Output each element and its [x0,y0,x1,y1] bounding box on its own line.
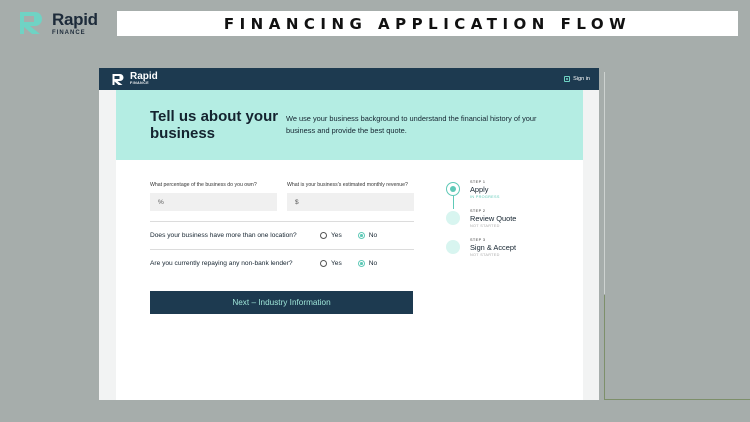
sign-in-label: Sign in [573,76,590,82]
radio-label: Yes [331,232,342,239]
nav-logo[interactable]: Rapid FINANCE [111,72,158,86]
decor-line [604,399,750,400]
step-indicator [446,240,460,254]
flow-title: FINANCING APPLICATION FLOW [117,11,738,36]
brand-subtitle: FINANCE [52,29,86,36]
step-connector [452,196,454,209]
radio-label: No [368,260,378,267]
radio-label: No [368,232,378,239]
radio-circle[interactable] [320,260,327,267]
decor-line [604,72,605,294]
business-form: What percentage of the business do you o… [150,182,414,314]
radio-no[interactable]: No [357,260,378,267]
revenue-label: What is your business's estimated monthl… [287,182,408,188]
step-review-quote: STEP 2 Review Quote NOT STARTED [446,209,517,240]
next-button[interactable]: Next – Industry Information [150,291,413,314]
step-status: NOT STARTED [470,224,500,229]
radio-group-lender: Yes No [320,260,414,267]
revenue-field-group: What is your business's estimated monthl… [287,182,414,211]
question-non-bank-lender: Are you currently repaying any non-bank … [150,250,414,277]
ownership-placeholder: % [158,198,164,206]
rapid-logo-icon [20,12,42,34]
step-apply: STEP 1 Apply IN PROGRESS [446,180,516,211]
brand-logo: Rapid FINANCE [18,10,98,36]
question-multiple-locations: Does your business have more than one lo… [150,222,414,249]
ownership-field-group: What percentage of the business do you o… [150,182,277,211]
step-indicator [446,211,460,225]
revenue-input[interactable]: $ [287,193,414,211]
app-window: Rapid FINANCE Sign in Tell us about your… [99,68,599,400]
ownership-label: What percentage of the business do you o… [150,182,257,188]
radio-circle[interactable] [320,232,327,239]
radio-group-locations: Yes No [320,232,414,239]
application-card: Tell us about your business We use your … [116,90,583,400]
nav-logo-subtitle: FINANCE [130,81,150,86]
radio-circle-selected[interactable] [357,232,365,239]
question-text: Does your business have more than one lo… [150,232,297,239]
brand-name: Rapid [52,9,98,29]
app-navbar: Rapid FINANCE Sign in [99,68,599,90]
user-icon [564,76,571,82]
step-name: Apply [470,184,489,194]
sign-in-link[interactable]: Sign in [564,76,590,82]
page-title: Tell us about your business [150,108,279,142]
radio-circle-selected[interactable] [357,260,365,267]
hero-banner: Tell us about your business We use your … [116,90,583,160]
rapid-logo-icon [112,73,124,85]
step-sign-accept: STEP 3 Sign & Accept NOT STARTED [446,238,517,269]
decor-line [604,295,605,399]
step-name: Review Quote [470,213,517,223]
question-text: Are you currently repaying any non-bank … [150,260,293,267]
radio-yes[interactable]: Yes [320,260,342,267]
step-indicator-active [446,182,460,196]
revenue-placeholder: $ [295,198,299,206]
radio-no[interactable]: No [357,232,378,239]
step-name: Sign & Accept [470,242,517,252]
hero-description: We use your business background to under… [286,114,537,135]
radio-label: Yes [331,260,342,267]
ownership-input[interactable]: % [150,193,277,211]
step-status: NOT STARTED [470,253,500,258]
progress-steps: STEP 1 Apply IN PROGRESS STEP 2 Review Q… [446,180,517,269]
radio-yes[interactable]: Yes [320,232,342,239]
step-status: IN PROGRESS [470,195,500,200]
